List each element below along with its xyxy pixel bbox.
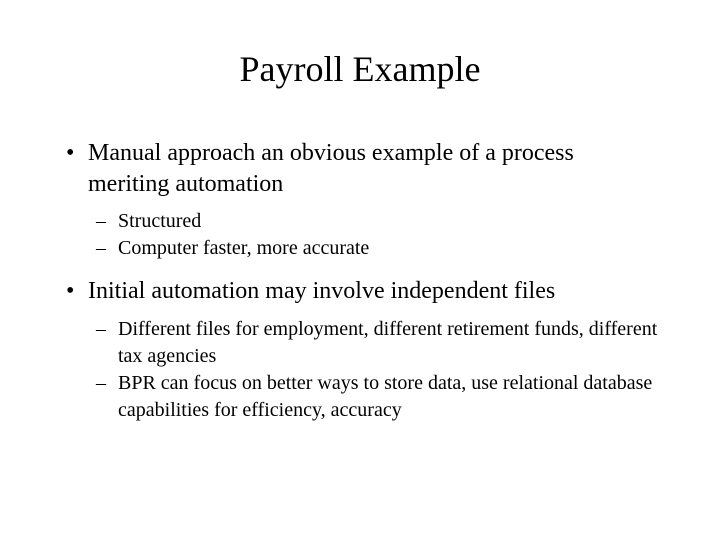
bullet-text: Structured [118,210,201,232]
list-item: Manual approach an obvious example of a … [60,138,660,262]
bullet-text: BPR can focus on better ways to store da… [118,372,652,421]
sub-list: Structured Computer faster, more accurat… [88,208,660,262]
list-item: BPR can focus on better ways to store da… [88,370,660,424]
slide-title: Payroll Example [60,48,660,90]
list-item: Initial automation may involve independe… [60,276,660,423]
bullet-text: Initial automation may involve independe… [88,278,555,304]
bullet-text: Different files for employment, differen… [118,318,657,367]
list-item: Structured [88,208,660,235]
list-item: Different files for employment, differen… [88,316,660,370]
sub-list: Different files for employment, differen… [88,316,660,424]
bullet-text: Manual approach an obvious example of a … [88,140,574,197]
bullet-text: Computer faster, more accurate [118,237,369,259]
bullet-list: Manual approach an obvious example of a … [60,138,660,424]
list-item: Computer faster, more accurate [88,235,660,262]
